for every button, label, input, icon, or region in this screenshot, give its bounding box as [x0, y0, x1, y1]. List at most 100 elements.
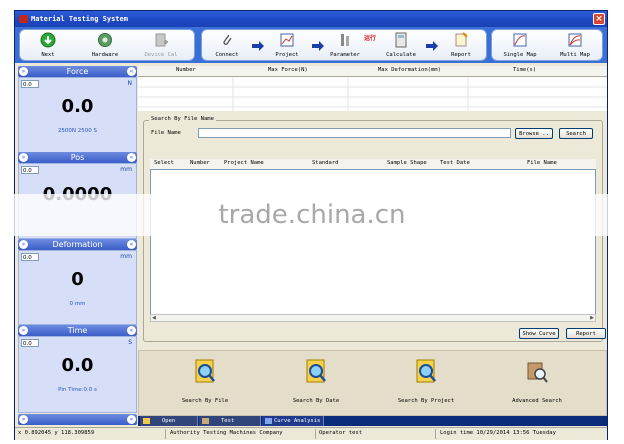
extra-header[interactable]: » « — [18, 414, 137, 425]
report-button[interactable]: Report — [438, 31, 484, 61]
time-sub: Pin Time:0.0 s — [58, 387, 97, 393]
search-by-date-label: Search By Date — [292, 398, 340, 404]
force-header[interactable]: » Force « — [18, 66, 137, 77]
watermark-band: trade.china.cn — [0, 194, 624, 236]
horizontal-scrollbar[interactable]: ◀ ▶ — [150, 314, 596, 322]
col-file-name[interactable]: File Name — [527, 160, 557, 166]
collapse-icon[interactable]: » — [19, 240, 28, 249]
col-number[interactable]: Number — [190, 160, 210, 166]
col-max-force[interactable]: Max Force(N) — [268, 67, 308, 73]
calculator-icon — [395, 32, 407, 48]
pos-header[interactable]: » Pos « — [18, 152, 137, 163]
expand-icon[interactable]: « — [127, 240, 136, 249]
deformation-small-value[interactable]: 0.0 — [21, 253, 39, 261]
time-header[interactable]: » Time « — [18, 325, 137, 336]
col-number[interactable]: Number — [176, 67, 196, 73]
search-project-icon — [416, 359, 436, 383]
advanced-search-button[interactable]: Advanced Search — [487, 357, 587, 411]
scroll-right-icon[interactable]: ▶ — [590, 315, 594, 321]
time-title: Time — [67, 326, 88, 335]
force-title: Force — [66, 67, 89, 76]
time-value: 0.0 — [61, 355, 94, 376]
folder-icon — [143, 418, 150, 424]
search-by-date-button[interactable]: Search By Date — [266, 357, 366, 411]
collapse-icon[interactable]: » — [19, 326, 28, 335]
device-cal-label: Device Cal — [144, 52, 178, 58]
single-map-button[interactable]: Single Map — [497, 31, 543, 61]
file-name-input[interactable] — [198, 128, 511, 138]
deformation-sub: 0 mm — [69, 301, 86, 307]
search-by-file-button[interactable]: Search By File — [155, 357, 255, 411]
report-icon — [455, 32, 468, 47]
expand-icon[interactable]: « — [127, 67, 136, 76]
search-by-project-button[interactable]: Search By Project — [376, 357, 476, 411]
close-button[interactable]: × — [593, 13, 605, 25]
col-max-deformation[interactable]: Max Deformation(mm) — [378, 67, 441, 73]
calculate-button[interactable]: Calculate — [378, 31, 424, 61]
search-results-table[interactable] — [150, 169, 596, 321]
collapse-icon[interactable]: » — [19, 415, 28, 424]
tab-curve-analysis[interactable]: Curve Analysis — [262, 416, 324, 426]
col-select[interactable]: Select — [154, 160, 174, 166]
deformation-value: 0 — [71, 269, 84, 290]
project-label: Project — [275, 52, 299, 58]
tab-curve-analysis-label: Curve Analysis — [274, 418, 321, 424]
search-button[interactable]: Search — [559, 128, 593, 139]
single-curve-icon — [513, 33, 527, 47]
pos-small-value[interactable]: 0.0 — [21, 166, 39, 174]
force-small-value[interactable]: 0.0 — [21, 80, 39, 88]
multi-map-label: Multi Map — [560, 52, 590, 58]
arrow-right-icon — [252, 41, 264, 51]
deformation-header[interactable]: » Deformation « — [18, 239, 137, 250]
force-unit: N — [127, 80, 133, 87]
pos-title: Pos — [70, 153, 85, 162]
project-chart-icon — [280, 33, 294, 47]
time-small-value[interactable]: 0.0 — [21, 339, 39, 347]
results-table[interactable] — [138, 77, 607, 111]
test-icon — [202, 418, 209, 424]
connect-button[interactable]: Connect — [204, 31, 250, 61]
expand-icon[interactable]: « — [127, 153, 136, 162]
col-sample-shape[interactable]: Sample Shape — [387, 160, 427, 166]
collapse-icon[interactable]: » — [19, 67, 28, 76]
force-value: 0.0 — [61, 96, 94, 117]
force-panel: 0.0 N 0.0 2500N 2500 S — [18, 77, 137, 155]
collapse-icon[interactable]: » — [19, 153, 28, 162]
file-name-label: File Name — [151, 130, 181, 136]
left-panel: » Force « 0.0 N 0.0 2500N 2500 S » Pos «… — [18, 66, 137, 426]
advanced-search-label: Advanced Search — [512, 398, 562, 404]
multi-curve-icon — [568, 33, 582, 47]
search-date-icon — [306, 359, 326, 383]
window-title: Material Testing System — [31, 15, 128, 23]
toolbar-group-maps: Single Map Multi Map — [491, 29, 603, 61]
tab-test[interactable]: Test — [199, 416, 261, 426]
next-label: Next — [41, 52, 55, 58]
multi-map-button[interactable]: Multi Map — [552, 31, 598, 61]
next-button[interactable]: Next — [25, 31, 71, 61]
paperclip-icon — [223, 34, 232, 45]
col-standard[interactable]: Standard — [312, 160, 339, 166]
col-test-date[interactable]: Test Date — [440, 160, 470, 166]
curve-analysis-icon — [265, 418, 272, 424]
search-options-bar: Search By File Search By Date Search By … — [138, 350, 607, 416]
expand-icon[interactable]: « — [127, 415, 136, 424]
show-curve-button[interactable]: Show Curve — [519, 328, 559, 339]
col-project-name[interactable]: Project Name — [224, 160, 264, 166]
search-file-icon — [195, 359, 215, 383]
parameter-icon — [341, 34, 349, 46]
device-cal-button[interactable]: Device Cal — [138, 31, 184, 61]
scroll-left-icon[interactable]: ◀ — [152, 315, 156, 321]
hardware-button[interactable]: Hardware — [82, 31, 128, 61]
parameter-label: Parameter — [330, 52, 360, 58]
toolbar-group-workflow: Connect Project Parameter 运行 Calculate R… — [201, 29, 487, 61]
report-label: Report — [451, 52, 471, 58]
col-time[interactable]: Time(s) — [513, 67, 536, 73]
report-button[interactable]: Report — [566, 328, 606, 339]
parameter-button[interactable]: Parameter — [322, 31, 368, 61]
browse-button[interactable]: Browse .. — [515, 128, 553, 139]
project-button[interactable]: Project — [264, 31, 310, 61]
tab-open[interactable]: Open — [140, 416, 198, 426]
expand-icon[interactable]: « — [127, 326, 136, 335]
single-map-label: Single Map — [503, 52, 537, 58]
connect-label: Connect — [215, 52, 239, 58]
